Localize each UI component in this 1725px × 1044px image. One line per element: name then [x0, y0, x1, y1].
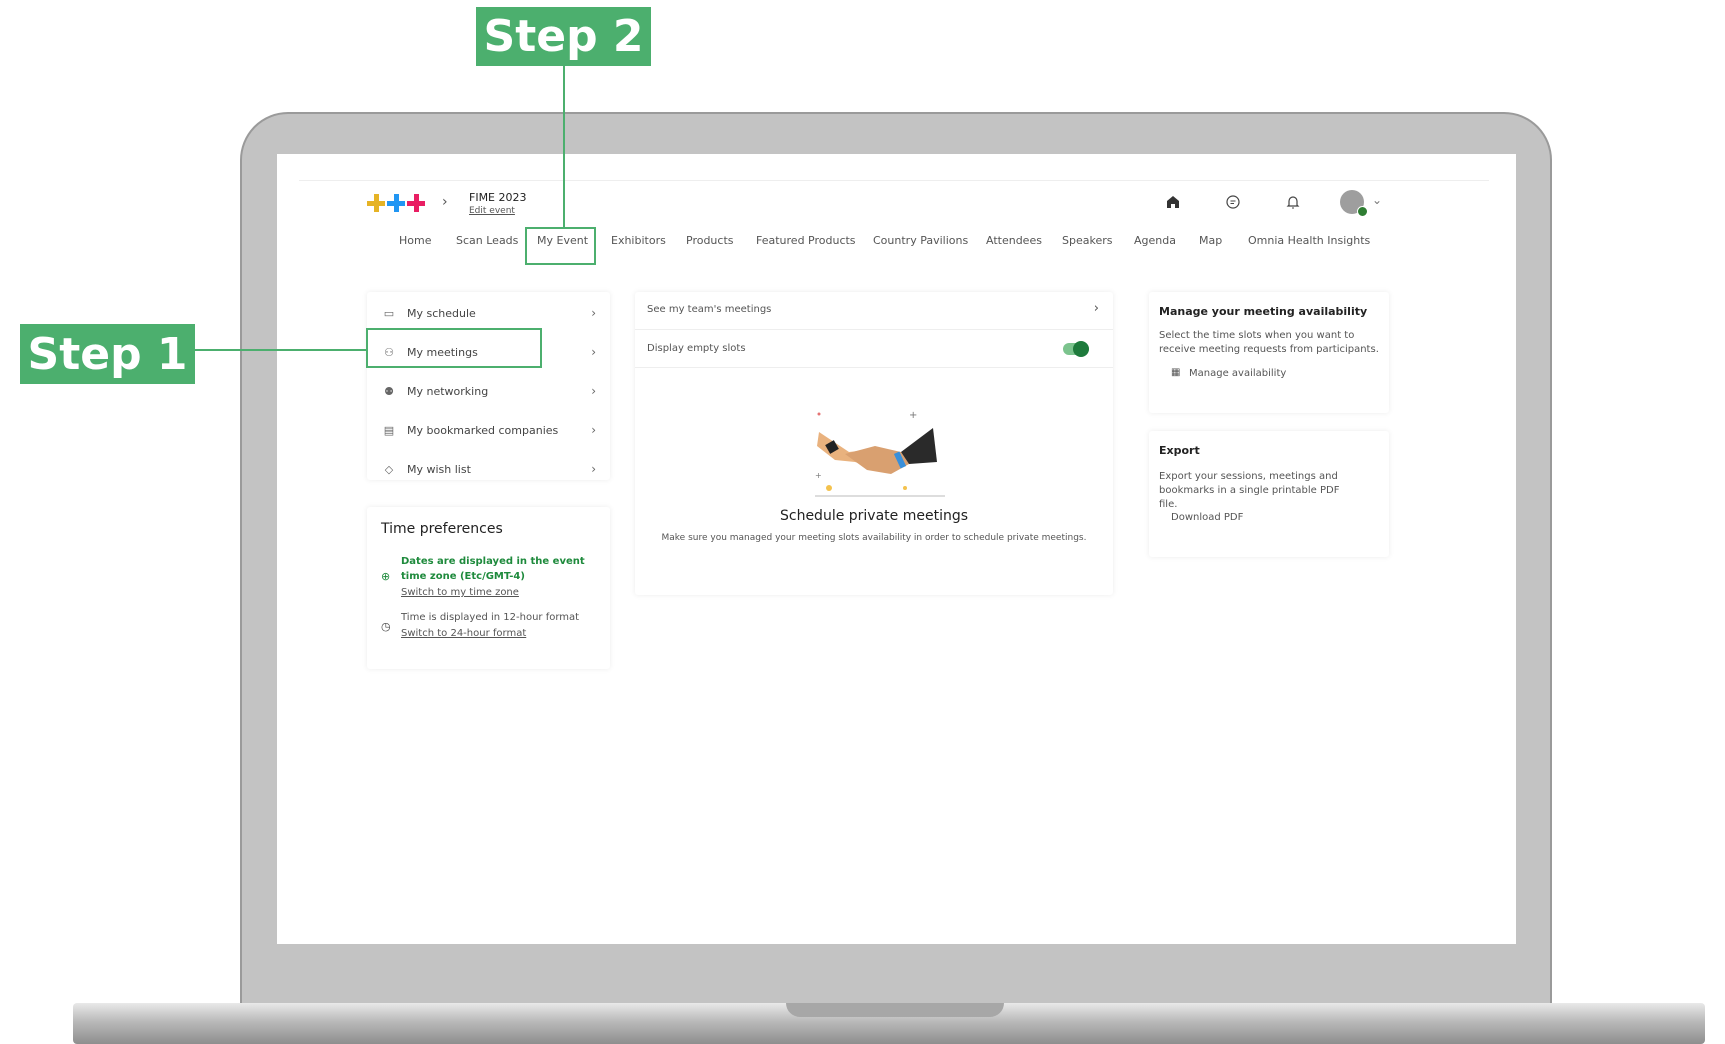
- nav-attendees[interactable]: Attendees: [986, 234, 1042, 247]
- nav-scan-leads[interactable]: Scan Leads: [456, 234, 518, 247]
- manage-availability-link[interactable]: Manage availability: [1189, 368, 1286, 379]
- nav-products[interactable]: Products: [686, 234, 734, 247]
- time-preferences-title: Time preferences: [381, 521, 503, 537]
- nav-omnia-health-insights[interactable]: Omnia Health Insights: [1248, 234, 1370, 247]
- bookmark-company-icon: ▤: [383, 423, 395, 437]
- chevron-right-icon: ›: [1093, 301, 1099, 316]
- nav-country-pavilions[interactable]: Country Pavilions: [873, 234, 968, 247]
- svg-text:+: +: [909, 410, 917, 421]
- sidebar-item-label: My networking: [407, 384, 489, 398]
- nav-featured-products[interactable]: Featured Products: [756, 234, 856, 247]
- laptop-notch: [786, 1003, 1004, 1017]
- availability-description: Select the time slots when you want to r…: [1159, 330, 1379, 355]
- calendar-icon: ▭: [383, 306, 395, 320]
- nav-exhibitors[interactable]: Exhibitors: [611, 234, 666, 247]
- chat-icon[interactable]: [1225, 194, 1241, 214]
- home-icon[interactable]: [1165, 194, 1181, 214]
- export-card: Export Export your sessions, meetings an…: [1149, 431, 1389, 557]
- clock-icon: ◷: [381, 620, 391, 633]
- step2-connector: [563, 66, 565, 229]
- display-empty-slots-label: Display empty slots: [647, 343, 746, 354]
- svg-text:+: +: [815, 471, 822, 480]
- sidebar-item-my-bookmarked-companies[interactable]: ▤ My bookmarked companies ›: [367, 412, 610, 448]
- step1-connector: [195, 349, 366, 351]
- chevron-right-icon: ›: [591, 306, 596, 320]
- bell-icon[interactable]: [1285, 194, 1301, 214]
- chevron-right-icon: ›: [591, 462, 596, 476]
- handshake-illustration: + +: [815, 410, 945, 497]
- chevron-right-icon: ›: [591, 345, 596, 359]
- availability-title: Manage your meeting availability: [1159, 305, 1368, 318]
- sidebar-item-my-schedule[interactable]: ▭ My schedule ›: [367, 295, 610, 331]
- globe-icon: ⊕: [381, 570, 391, 583]
- nav-speakers[interactable]: Speakers: [1062, 234, 1112, 247]
- logo-plus-blue: [387, 194, 405, 212]
- sidebar-item-my-wish-list[interactable]: ◇ My wish list ›: [367, 451, 610, 487]
- chevron-right-icon: ›: [591, 384, 596, 398]
- display-empty-slots-row: Display empty slots: [635, 330, 1113, 368]
- sidebar-item-label: My wish list: [407, 462, 471, 476]
- edit-event-link[interactable]: Edit event: [469, 206, 515, 216]
- meeting-availability-card: Manage your meeting availability Select …: [1149, 292, 1389, 413]
- timezone-text: Dates are displayed in the event time zo…: [401, 556, 585, 582]
- empty-state-description: Make sure you managed your meeting slots…: [661, 533, 1087, 543]
- step2-highlight-box: [525, 227, 596, 265]
- brand-logo[interactable]: [367, 194, 425, 212]
- laptop-screen: › FIME 2023 Edit event ⌄ Home Scan Leads…: [277, 154, 1516, 944]
- sidebar-item-label: My schedule: [407, 306, 476, 320]
- sidebar-item-my-networking[interactable]: ⚉ My networking ›: [367, 373, 610, 409]
- time-preferences-card: Time preferences ⊕ Dates are displayed i…: [367, 507, 610, 669]
- see-team-meetings-label: See my team's meetings: [647, 304, 772, 315]
- empty-state-title: Schedule private meetings: [779, 508, 969, 524]
- step1-callout: Step 1: [20, 324, 195, 384]
- people-icon: ⚉: [384, 384, 394, 398]
- step2-callout: Step 2: [476, 7, 651, 66]
- nav-map[interactable]: Map: [1199, 234, 1222, 247]
- my-event-sidebar: ▭ My schedule › ⚇ My meetings › ⚉ My net…: [367, 292, 610, 480]
- export-description: Export your sessions, meetings and bookm…: [1159, 471, 1340, 510]
- nav-home[interactable]: Home: [399, 234, 431, 247]
- chevron-down-icon[interactable]: ⌄: [1372, 193, 1382, 207]
- calendar-icon: ▦: [1171, 367, 1181, 378]
- chevron-right-icon: ›: [591, 423, 596, 437]
- toggle-knob: [1073, 341, 1089, 357]
- switch-time-zone-link[interactable]: Switch to my time zone: [401, 587, 519, 598]
- meetings-panel: See my team's meetings › Display empty s…: [635, 292, 1113, 595]
- header-divider: [299, 180, 1489, 181]
- sidebar-item-label: My bookmarked companies: [407, 423, 559, 437]
- online-status-dot: [1357, 206, 1368, 217]
- event-title: FIME 2023: [469, 191, 527, 204]
- step1-highlight-box: [366, 328, 542, 368]
- download-pdf-link[interactable]: Download PDF: [1171, 512, 1243, 523]
- breadcrumb-chevron-icon: ›: [442, 194, 448, 210]
- tag-icon: ◇: [384, 462, 394, 476]
- nav-agenda[interactable]: Agenda: [1134, 234, 1176, 247]
- logo-plus-yellow: [367, 194, 385, 212]
- time-format-text: Time is displayed in 12-hour format: [401, 612, 580, 623]
- see-team-meetings-row[interactable]: See my team's meetings ›: [635, 292, 1113, 330]
- export-title: Export: [1159, 444, 1200, 457]
- switch-time-format-link[interactable]: Switch to 24-hour format: [401, 628, 526, 639]
- logo-plus-pink: [407, 194, 425, 212]
